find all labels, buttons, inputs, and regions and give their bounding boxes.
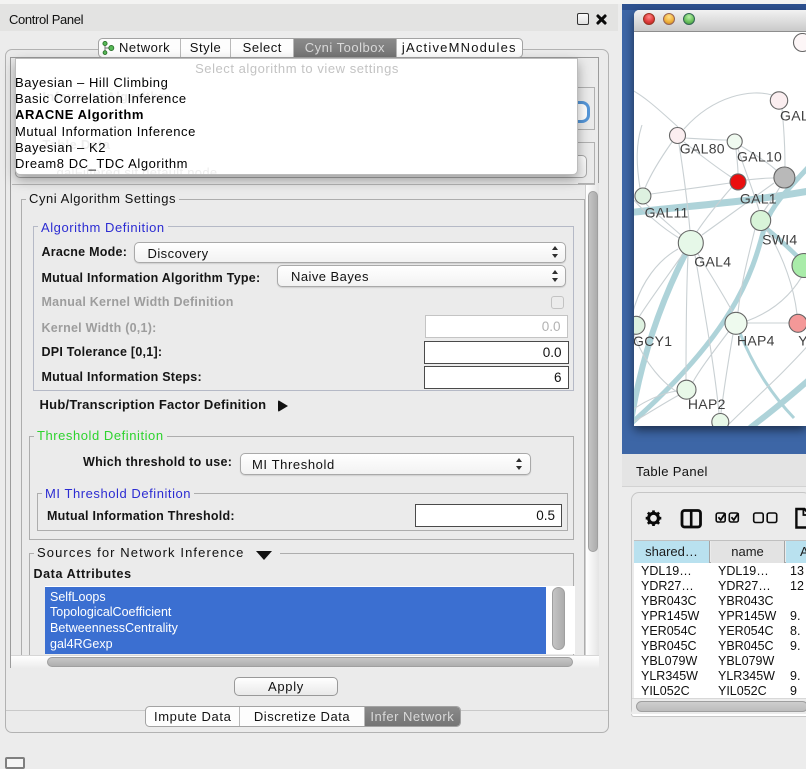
svg-text:GAL10: GAL10 — [737, 148, 782, 164]
svg-text:HAP4: HAP4 — [737, 332, 775, 348]
svg-text:GAL11: GAL11 — [645, 204, 689, 220]
svg-text:Y: Y — [798, 332, 806, 348]
svg-text:GAL4: GAL4 — [694, 253, 731, 269]
svg-text:HAP2: HAP2 — [688, 395, 726, 411]
svg-text:GAL: GAL — [780, 107, 806, 123]
svg-text:SWI4: SWI4 — [762, 231, 797, 247]
svg-text:GCY1: GCY1 — [634, 333, 672, 349]
svg-text:GAL1: GAL1 — [740, 190, 777, 206]
svg-text:GAL80: GAL80 — [680, 140, 725, 156]
